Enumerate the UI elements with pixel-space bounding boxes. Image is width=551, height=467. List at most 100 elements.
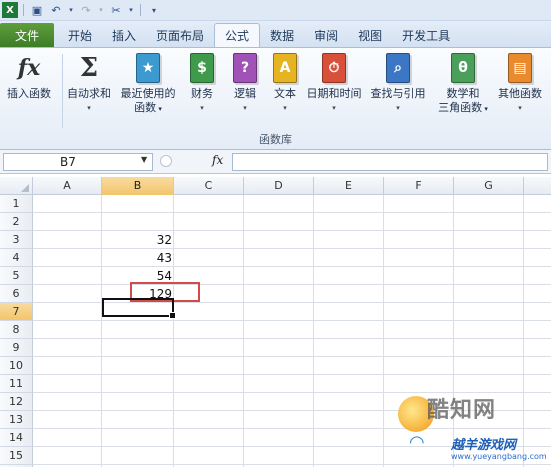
row-header-14[interactable]: 14 <box>0 429 33 447</box>
grid-row-line <box>33 320 551 321</box>
ribbon-button-8[interactable]: θ 数学和 三角函数 ▾ <box>436 52 490 116</box>
ribbon-button-5[interactable]: A 文本 ▾ <box>268 52 302 115</box>
formula-input[interactable] <box>232 153 548 171</box>
tab-8[interactable]: 开发工具 <box>392 23 460 47</box>
sigma-icon: Σ <box>75 52 103 84</box>
book-glyph: ▤ <box>508 53 532 83</box>
grid-row-line <box>33 338 551 339</box>
watermark-sub: 越羊游戏网 <box>451 438 517 453</box>
row-header-10[interactable]: 10 <box>0 357 33 375</box>
cell-B4[interactable]: 43 <box>102 249 174 267</box>
book-glyph: ⏱ <box>322 53 346 83</box>
undo-icon[interactable]: ↶ <box>48 2 64 18</box>
ribbon-button-1[interactable]: Σ 自动求和 ▾ <box>64 52 114 115</box>
book-glyph: θ <box>451 53 475 83</box>
grid-col-line <box>383 195 384 467</box>
grid-row-line <box>33 212 551 213</box>
book-glyph: ⌕ <box>386 53 410 83</box>
grid-row-line <box>33 356 551 357</box>
tab-5[interactable]: 数据 <box>260 23 304 47</box>
formula-bar-expand-icon[interactable] <box>160 155 172 167</box>
ribbon-button-label-2: 三角函数 <box>438 101 483 114</box>
row-header-2[interactable]: 2 <box>0 213 33 231</box>
dropdown-arrow-icon: ▾ <box>200 104 204 112</box>
toolbar-separator <box>140 4 141 16</box>
save-icon[interactable]: ▣ <box>29 2 45 18</box>
tab-7[interactable]: 视图 <box>348 23 392 47</box>
row-header-6[interactable]: 6 <box>0 285 33 303</box>
column-header-G[interactable]: G <box>454 177 524 195</box>
column-header-F[interactable]: F <box>384 177 454 195</box>
ribbon-button-label: 逻辑 <box>234 87 256 100</box>
row-header-4[interactable]: 4 <box>0 249 33 267</box>
column-header-B[interactable]: B <box>102 177 174 195</box>
tools-icon[interactable]: ✂ <box>108 2 124 18</box>
column-header-C[interactable]: C <box>174 177 244 195</box>
row-header-7[interactable]: 7 <box>0 303 33 321</box>
dropdown-arrow-icon: ▾ <box>243 104 247 112</box>
tools-dropdown-icon[interactable]: ▾ <box>127 2 135 18</box>
text-book-icon: A <box>271 52 299 84</box>
customize-icon[interactable]: ▾ <box>146 2 162 18</box>
book-glyph: $ <box>190 53 214 83</box>
dropdown-arrow-icon: ▾ <box>332 104 336 112</box>
star-book-icon: ★ <box>134 52 162 84</box>
watermark: 酷知网 ◠ 越羊游戏网 www.yueyangbang.com <box>395 390 551 467</box>
grid-row-line <box>33 374 551 375</box>
tab-0[interactable]: 文件 <box>0 23 54 47</box>
book-glyph: ? <box>233 53 257 83</box>
ribbon-button-9[interactable]: ▤ 其他函数 ▾ <box>492 52 548 115</box>
book-glyph: A <box>273 53 297 83</box>
ribbon-button-label-2: 函数 <box>134 101 157 114</box>
ribbon-separator <box>62 54 63 128</box>
row-header-13[interactable]: 13 <box>0 411 33 429</box>
tab-2[interactable]: 插入 <box>102 23 146 47</box>
watermark-wifi-icon: ◠ <box>409 432 425 453</box>
row-header-8[interactable]: 8 <box>0 321 33 339</box>
more-book-icon: ▤ <box>506 52 534 84</box>
dropdown-arrow-icon: ▾ <box>518 104 522 112</box>
dropdown-arrow-icon: ▾ <box>482 105 488 113</box>
row-header-15[interactable]: 15 <box>0 447 33 465</box>
tab-4[interactable]: 公式 <box>214 23 261 47</box>
name-box[interactable]: B7 <box>3 153 153 171</box>
row-header-9[interactable]: 9 <box>0 339 33 357</box>
logic-book-icon: ? <box>231 52 259 84</box>
ribbon-button-label: 查找与引用 <box>370 87 426 100</box>
column-header-D[interactable]: D <box>244 177 314 195</box>
column-header-A[interactable]: A <box>33 177 102 195</box>
column-header-E[interactable]: E <box>314 177 384 195</box>
finance-book-icon: $ <box>188 52 216 84</box>
ribbon-button-4[interactable]: ? 逻辑 ▾ <box>226 52 264 115</box>
redo-icon[interactable]: ↷ <box>78 2 94 18</box>
datetime-book-icon: ⏱ <box>320 52 348 84</box>
ribbon-button-label: 日期和时间 <box>306 87 362 100</box>
redo-dropdown-icon[interactable]: ▾ <box>97 2 105 18</box>
ribbon-button-6[interactable]: ⏱ 日期和时间 ▾ <box>305 52 363 115</box>
row-header-3[interactable]: 3 <box>0 231 33 249</box>
ribbon-button-7[interactable]: ⌕ 查找与引用 ▾ <box>366 52 430 115</box>
glyph: fx <box>17 55 41 81</box>
ribbon-button-0[interactable]: fx 插入函数 <box>2 52 56 101</box>
row-header-11[interactable]: 11 <box>0 375 33 393</box>
cell-B3[interactable]: 32 <box>102 231 174 249</box>
tab-6[interactable]: 审阅 <box>304 23 348 47</box>
name-box-dropdown-icon[interactable]: ▼ <box>141 155 147 164</box>
watermark-url: www.yueyangbang.com <box>451 452 547 461</box>
active-cell-cursor[interactable] <box>102 298 176 319</box>
column-headers: ABCDEFG <box>0 177 551 195</box>
insert-function-fx-icon[interactable]: fx <box>212 153 223 167</box>
ribbon-button-label: 文本 <box>274 87 296 100</box>
tab-3[interactable]: 页面布局 <box>146 23 214 47</box>
toolbar-separator <box>23 4 24 16</box>
row-header-5[interactable]: 5 <box>0 267 33 285</box>
ribbon-button-3[interactable]: $ 财务 ▾ <box>182 52 222 115</box>
row-header-1[interactable]: 1 <box>0 195 33 213</box>
row-header-12[interactable]: 12 <box>0 393 33 411</box>
ribbon-button-label: 数学和 <box>446 87 480 100</box>
dropdown-arrow-icon: ▾ <box>283 104 287 112</box>
tab-1[interactable]: 开始 <box>58 23 102 47</box>
ribbon-button-2[interactable]: ★ 最近使用的 函数 ▾ <box>116 52 180 116</box>
select-all-corner[interactable] <box>0 177 33 195</box>
undo-dropdown-icon[interactable]: ▾ <box>67 2 75 18</box>
